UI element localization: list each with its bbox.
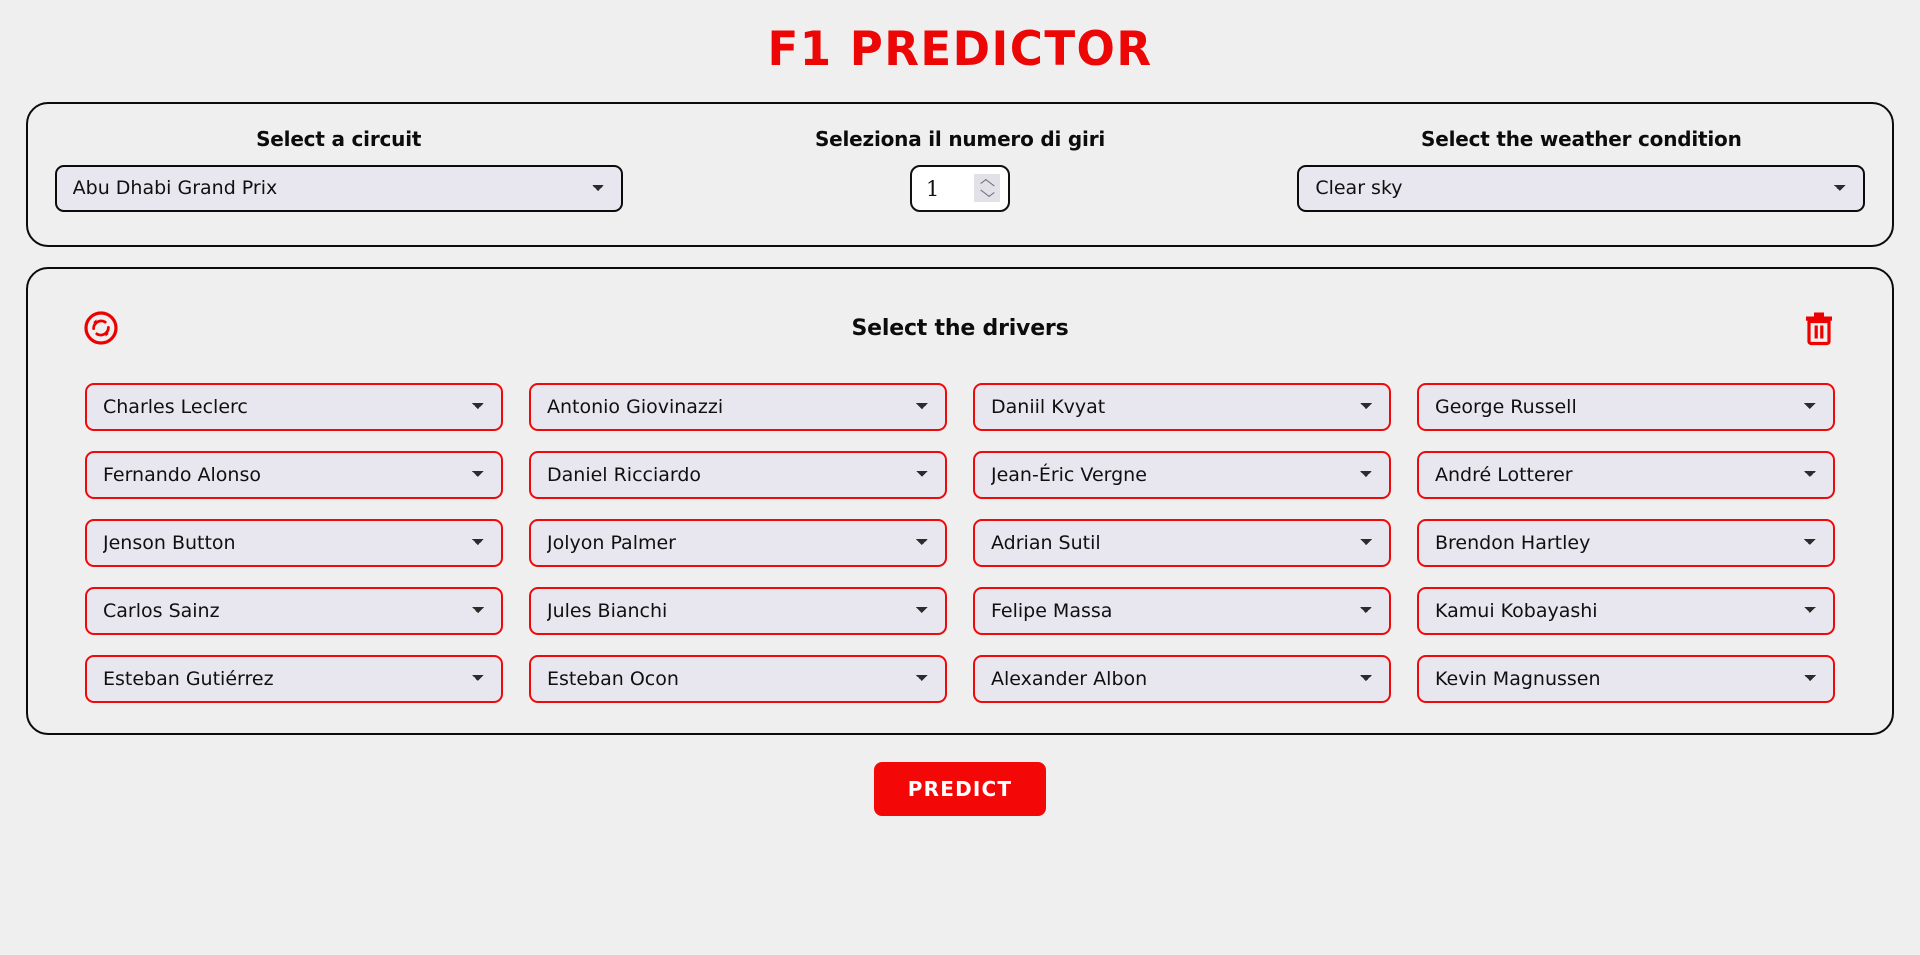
laps-spinner[interactable]: [973, 174, 1000, 202]
driver-select-17[interactable]: Esteban Gutiérrez: [85, 655, 503, 703]
driver-select-11[interactable]: Adrian Sutil: [973, 519, 1391, 567]
chevron-up-icon[interactable]: [981, 180, 993, 187]
driver-select-4[interactable]: George Russell: [1417, 383, 1835, 431]
app-root: F1 PREDICTOR Select a circuit Abu Dhabi …: [0, 0, 1920, 955]
weather-field-group: Select the weather condition Clear sky: [1271, 104, 1892, 212]
reset-drivers-button[interactable]: [81, 308, 121, 348]
drivers-header: Select the drivers: [56, 291, 1864, 357]
trash-icon: [1805, 312, 1832, 346]
weather-label: Select the weather condition: [1421, 127, 1742, 151]
driver-select-19[interactable]: Alexander Albon: [973, 655, 1391, 703]
driver-select-9[interactable]: Jenson Button: [85, 519, 503, 567]
drivers-panel: Select the drivers Charles Leclerc Anton…: [26, 267, 1894, 735]
page-title: F1 PREDICTOR: [767, 22, 1153, 77]
chevron-down-icon[interactable]: [981, 190, 993, 197]
predict-row: PREDICT: [0, 762, 1920, 816]
driver-select-5[interactable]: Fernando Alonso: [85, 451, 503, 499]
driver-select-2[interactable]: Antonio Giovinazzi: [529, 383, 947, 431]
laps-label: Seleziona il numero di giri: [814, 127, 1106, 151]
driver-select-6[interactable]: Daniel Ricciardo: [529, 451, 947, 499]
driver-select-18[interactable]: Esteban Ocon: [529, 655, 947, 703]
driver-select-15[interactable]: Felipe Massa: [973, 587, 1391, 635]
driver-select-16[interactable]: Kamui Kobayashi: [1417, 587, 1835, 635]
drivers-grid: Charles Leclerc Antonio Giovinazzi Danii…: [56, 383, 1864, 703]
refresh-circle-icon: [84, 311, 118, 345]
laps-stepper[interactable]: [909, 165, 1010, 212]
driver-select-7[interactable]: Jean-Éric Vergne: [973, 451, 1391, 499]
weather-select[interactable]: Clear sky: [1297, 165, 1866, 212]
circuit-field-group: Select a circuit Abu Dhabi Grand Prix: [28, 104, 649, 212]
driver-select-20[interactable]: Kevin Magnussen: [1417, 655, 1835, 703]
driver-select-10[interactable]: Jolyon Palmer: [529, 519, 947, 567]
driver-select-12[interactable]: Brendon Hartley: [1417, 519, 1835, 567]
driver-select-14[interactable]: Jules Bianchi: [529, 587, 947, 635]
driver-select-3[interactable]: Daniil Kvyat: [973, 383, 1391, 431]
driver-select-1[interactable]: Charles Leclerc: [85, 383, 503, 431]
driver-select-13[interactable]: Carlos Sainz: [85, 587, 503, 635]
laps-field-group: Seleziona il numero di giri: [649, 104, 1270, 212]
driver-select-8[interactable]: André Lotterer: [1417, 451, 1835, 499]
circuit-select[interactable]: Abu Dhabi Grand Prix: [54, 165, 623, 212]
clear-drivers-button[interactable]: [1799, 308, 1839, 348]
settings-panel: Select a circuit Abu Dhabi Grand Prix Se…: [26, 102, 1894, 247]
drivers-title: Select the drivers: [851, 315, 1069, 341]
predict-button[interactable]: PREDICT: [873, 762, 1047, 816]
circuit-label: Select a circuit: [256, 127, 422, 151]
